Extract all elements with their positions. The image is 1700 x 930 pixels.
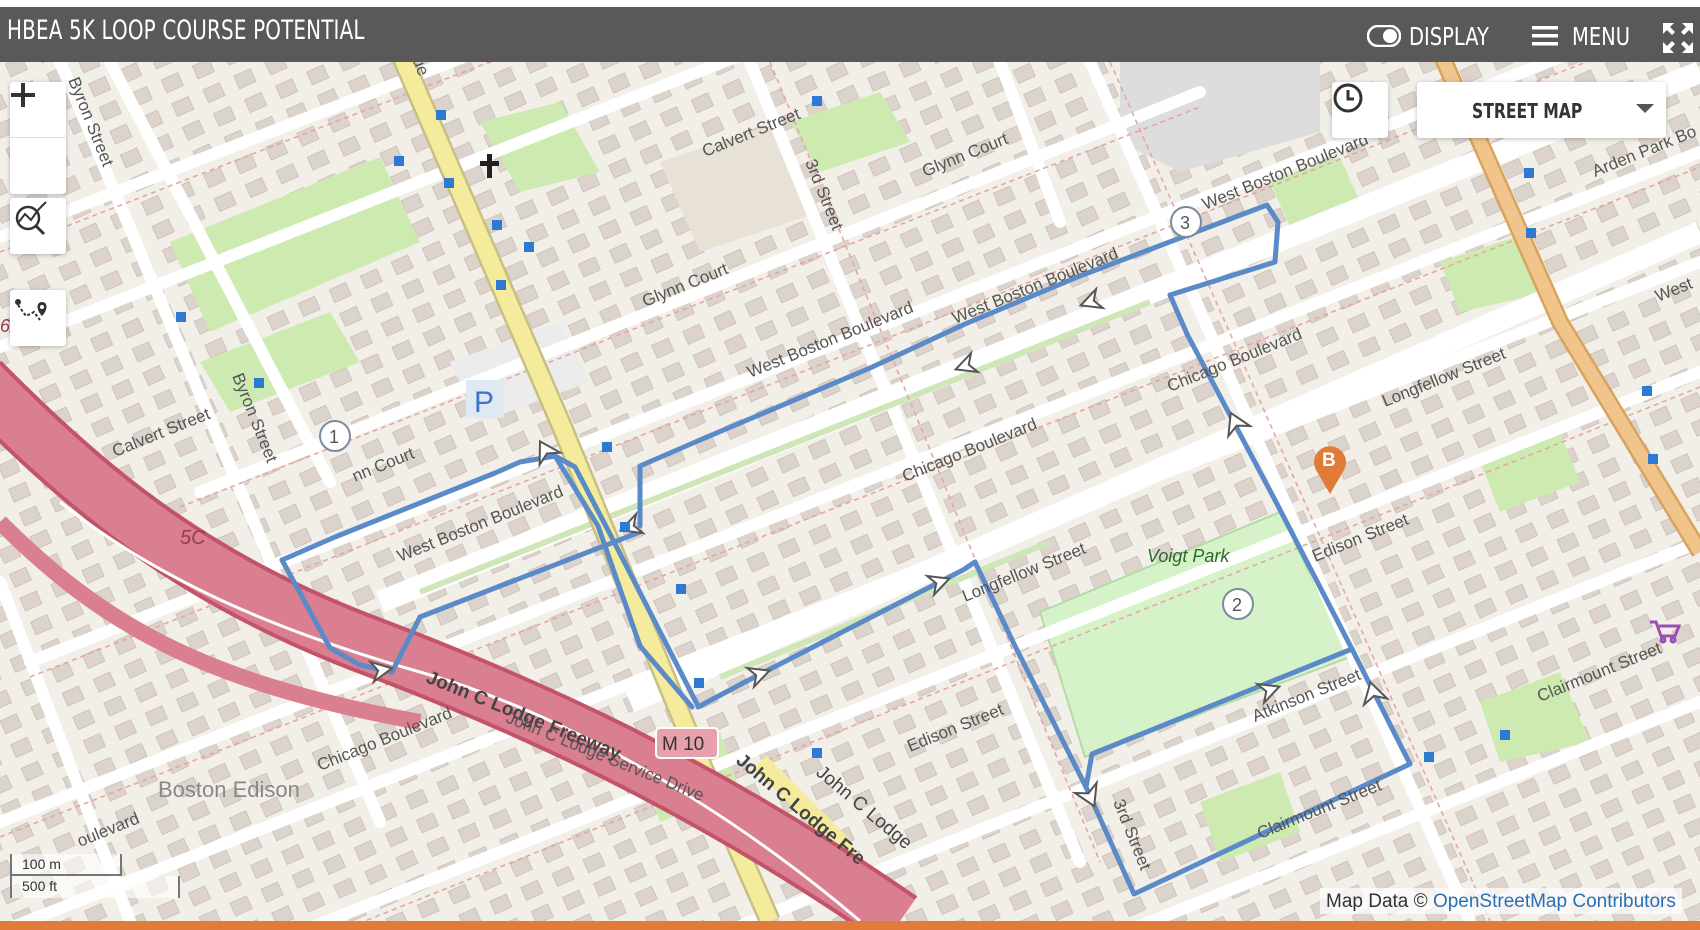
neighborhood-label: Boston Edison [158,777,300,802]
park-label: Voigt Park [1147,546,1230,566]
osm-link[interactable]: OpenStreetMap Contributors [1433,891,1676,912]
scale-metric: 100 m [10,854,122,876]
exit-5c-label: 5C [180,527,206,549]
locate-tool [10,198,66,254]
fullscreen-button[interactable] [1663,23,1693,53]
parking-label: P [474,386,494,419]
svg-text:B: B [1322,450,1336,471]
zoom-control [10,82,66,194]
route-tool [10,290,66,346]
expand-icon [1663,23,1693,53]
waypoint-1[interactable]: 1 [319,420,351,452]
footer-bar [0,921,1700,930]
app-window: HBEA 5K LOOP COURSE POTENTIAL DISPLAY ME… [0,0,1700,930]
menu-button[interactable]: MENU [1532,17,1646,55]
svg-text:1: 1 [329,427,339,447]
svg-text:2: 2 [1232,595,1242,615]
route-draw-icon [15,299,47,321]
map-tiles[interactable]: P Calvert Street Calvert Street Byron St… [0,62,1700,921]
clock-icon [1333,83,1363,113]
attribution-prefix: Map Data © [1326,891,1428,912]
toggle-icon [1367,25,1401,47]
waypoint-2[interactable]: 2 [1222,588,1254,620]
caret-down-icon [1636,104,1654,113]
map-layer-label: STREET MAP [1472,99,1583,123]
map-layer-select[interactable]: STREET MAP [1417,82,1666,138]
minus-icon [11,93,35,97]
menu-label: MENU [1572,21,1631,51]
route-search-icon [15,201,47,236]
svg-text:3: 3 [1180,213,1190,233]
draw-route-button[interactable] [10,290,66,346]
hamburger-icon [1532,26,1558,46]
route-shield-label: M 10 [662,734,704,755]
waypoint-3[interactable]: 3 [1170,206,1202,238]
zoom-out-button[interactable] [10,93,66,194]
scale-imperial: 500 ft [10,876,180,898]
map-canvas[interactable]: P Calvert Street Calvert Street Byron St… [0,62,1700,921]
display-label: DISPLAY [1409,21,1489,51]
route-search-button[interactable] [10,198,66,254]
scale-bar: 100 m 500 ft [10,854,180,898]
display-toggle-button[interactable]: DISPLAY [1367,17,1512,55]
page-title: HBEA 5K LOOP COURSE POTENTIAL [7,15,365,46]
history-button[interactable] [1332,82,1388,138]
header-bar: HBEA 5K LOOP COURSE POTENTIAL DISPLAY ME… [0,0,1700,62]
map-attribution: Map Data © OpenStreetMap Contributors [1320,888,1682,914]
